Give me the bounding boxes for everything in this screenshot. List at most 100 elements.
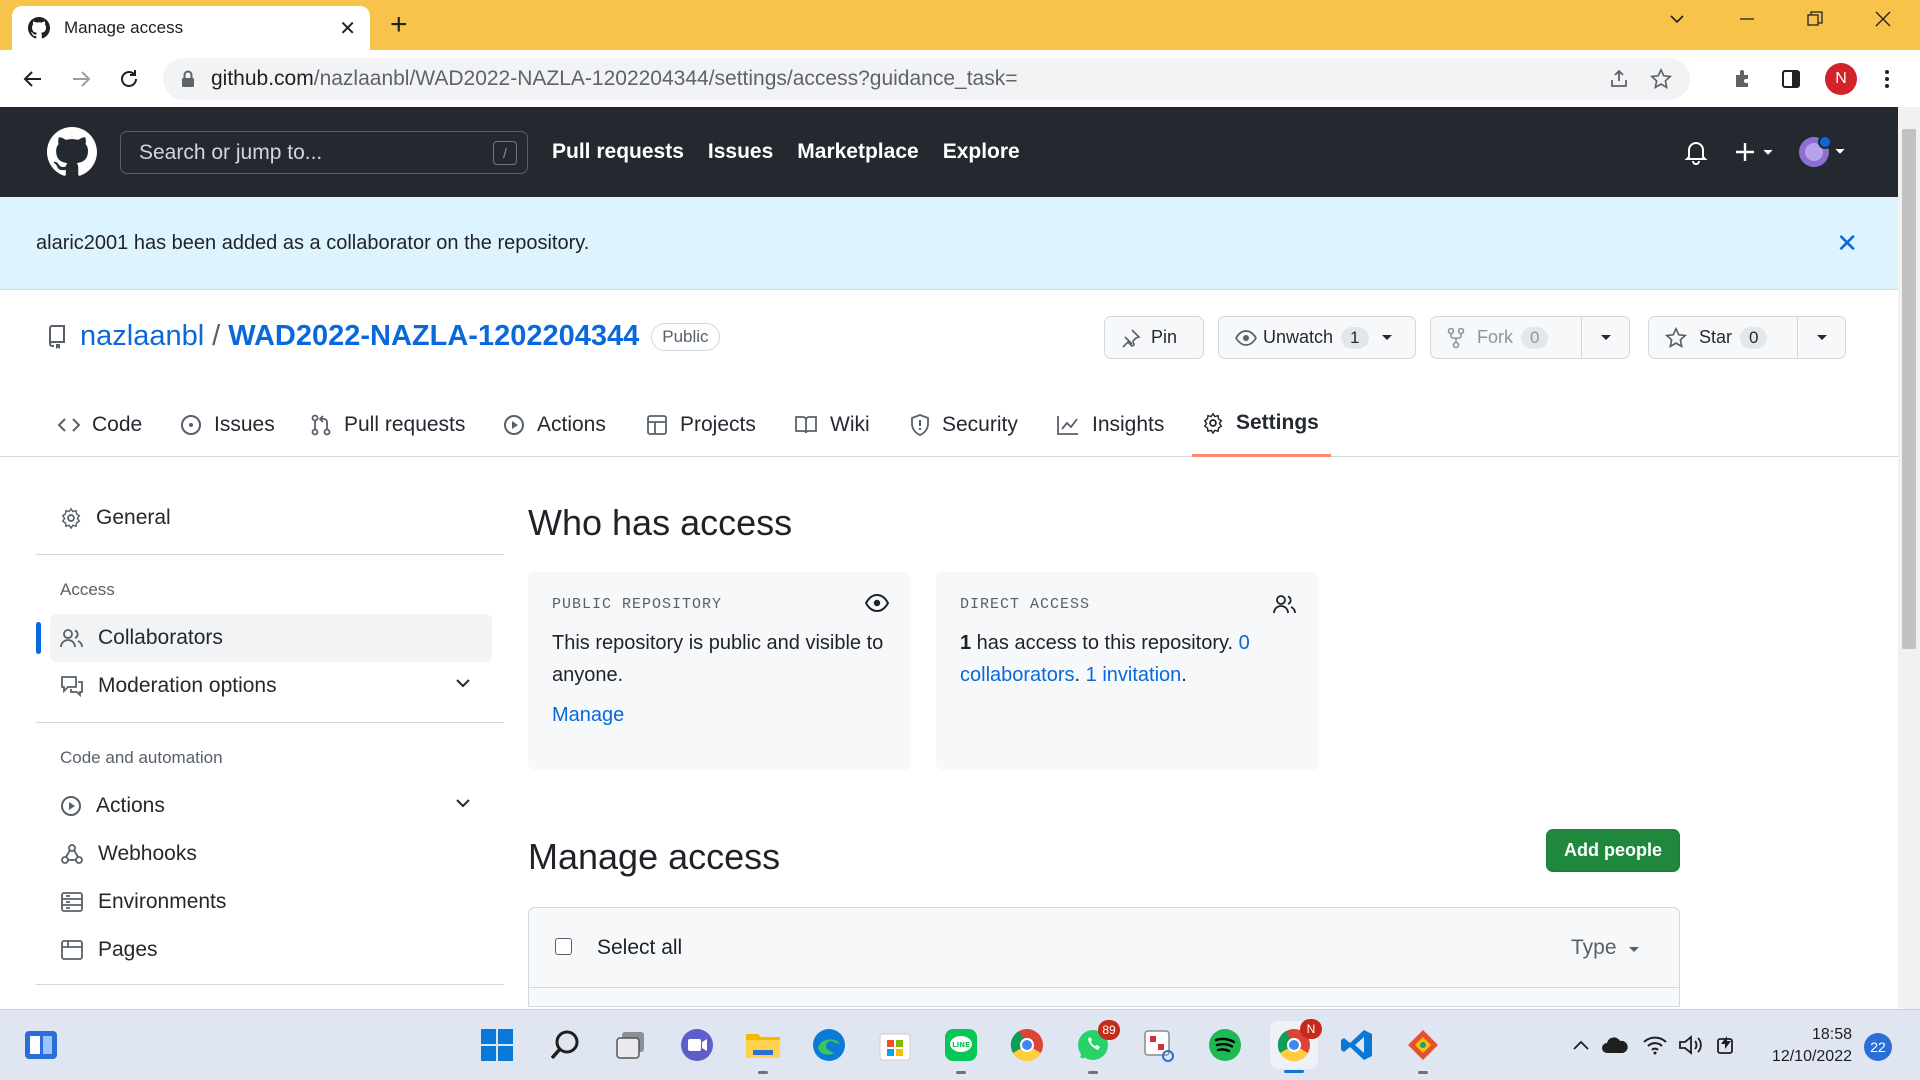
fork-dropdown-icon[interactable] (1581, 317, 1629, 358)
sidebar-item-pages[interactable]: Pages (50, 926, 492, 974)
minimize-icon[interactable] (1738, 10, 1756, 28)
forward-arrow-icon[interactable] (66, 64, 96, 94)
onedrive-cloud-icon[interactable] (1596, 1026, 1634, 1064)
edge-browser-icon[interactable] (810, 1026, 848, 1064)
tab-insights[interactable]: Insights (1056, 392, 1164, 457)
tab-security[interactable]: Security (910, 392, 1018, 457)
tab-code[interactable]: Code (58, 392, 142, 457)
back-arrow-icon[interactable] (18, 64, 48, 94)
selected-indicator (36, 622, 41, 654)
gear-icon (60, 507, 96, 529)
star-button[interactable]: Star 0 (1649, 317, 1783, 358)
user-avatar-menu[interactable] (1798, 107, 1848, 197)
profile-avatar[interactable]: N (1825, 63, 1857, 95)
microsoft-store-icon[interactable] (876, 1026, 914, 1064)
windows-start-icon[interactable] (478, 1026, 516, 1064)
teams-chat-icon[interactable] (678, 1026, 716, 1064)
unwatch-button[interactable]: Unwatch 1 (1218, 316, 1416, 359)
fork-button[interactable]: Fork 0 (1431, 317, 1564, 358)
page-scrollbar[interactable] (1898, 107, 1920, 1009)
reload-icon[interactable] (114, 64, 144, 94)
new-tab-button[interactable]: + (390, 8, 408, 42)
nav-marketplace[interactable]: Marketplace (797, 140, 918, 164)
battery-charging-icon[interactable] (1708, 1026, 1746, 1064)
visibility-badge: Public (651, 322, 720, 351)
list-header-row: Select all Type (529, 908, 1679, 988)
chevron-down-icon[interactable] (455, 798, 471, 808)
tab-issues[interactable]: Issues (180, 392, 275, 457)
widgets-icon[interactable] (22, 1026, 60, 1064)
pin-button[interactable]: Pin (1104, 316, 1204, 359)
public-card-label: PUBLIC REPOSITORY (552, 596, 723, 613)
star-button-group[interactable]: Star 0 (1648, 316, 1846, 359)
star-counter: 0 (1740, 326, 1768, 349)
notifications-bell-icon[interactable] (1684, 107, 1708, 197)
tab-projects[interactable]: Projects (646, 392, 756, 457)
type-filter-dropdown[interactable]: Type (1571, 936, 1640, 960)
manage-visibility-link[interactable]: Manage (552, 699, 887, 731)
fork-button-group[interactable]: Fork 0 (1430, 316, 1630, 359)
github-header: Search or jump to... / Pull requests Iss… (0, 107, 1898, 197)
sidebar-item-general[interactable]: General (50, 494, 492, 542)
select-all-label[interactable]: Select all (597, 936, 682, 960)
wifi-icon[interactable] (1636, 1026, 1674, 1064)
chrome-active-icon[interactable]: N (1270, 1019, 1322, 1073)
whatsapp-icon[interactable]: 89 (1074, 1020, 1120, 1074)
lock-icon[interactable] (181, 70, 195, 88)
sidebar-item-environments[interactable]: Environments (50, 878, 492, 926)
book-icon (794, 415, 830, 435)
extensions-puzzle-icon[interactable] (1728, 64, 1758, 94)
chevron-down-icon[interactable] (455, 678, 471, 688)
tab-settings[interactable]: Settings (1192, 392, 1331, 457)
task-view-icon[interactable] (612, 1026, 650, 1064)
comment-discussion-icon (60, 675, 98, 697)
search-icon[interactable] (546, 1026, 584, 1064)
github-favicon-icon (28, 17, 50, 39)
scrollbar-thumb[interactable] (1902, 129, 1916, 649)
nav-issues[interactable]: Issues (708, 140, 773, 164)
sidebar-item-moderation[interactable]: Moderation options (50, 662, 492, 710)
tab-close-icon[interactable]: ✕ (339, 16, 356, 41)
sidebar-item-actions[interactable]: Actions (50, 782, 492, 830)
restore-icon[interactable] (1806, 10, 1824, 28)
sidebar-item-collaborators[interactable]: Collaborators (50, 614, 492, 662)
share-icon[interactable] (1608, 68, 1630, 90)
address-bar[interactable]: github.com/nazlaanbl/WAD2022-NAZLA-12022… (163, 58, 1690, 100)
search-shortcut-key: / (493, 141, 517, 165)
window-close-icon[interactable] (1874, 10, 1892, 28)
snipping-tool-icon[interactable] (1140, 1026, 1178, 1064)
nav-explore[interactable]: Explore (943, 140, 1020, 164)
system-clock[interactable]: 18:58 12/10/2022 (1760, 1024, 1852, 1068)
bookmark-star-icon[interactable] (1650, 68, 1672, 90)
volume-icon[interactable] (1672, 1026, 1710, 1064)
tab-search-chevron-icon[interactable] (1668, 10, 1686, 28)
show-hidden-icons-chevron-icon[interactable] (1562, 1026, 1600, 1064)
tab-pull-requests[interactable]: Pull requests (310, 392, 465, 457)
tab-actions[interactable]: Actions (503, 392, 606, 457)
spotify-icon[interactable] (1206, 1026, 1244, 1064)
select-all-checkbox[interactable] (555, 938, 572, 955)
star-dropdown-icon[interactable] (1797, 317, 1845, 358)
browser-tab[interactable]: Manage access ✕ (12, 6, 370, 50)
file-explorer-icon[interactable] (744, 1026, 782, 1074)
repo-owner-link[interactable]: nazlaanbl (80, 320, 204, 353)
flash-close-icon[interactable]: ✕ (1836, 228, 1858, 259)
notification-count-badge[interactable]: 22 (1864, 1033, 1892, 1061)
invitation-link[interactable]: 1 invitation (1086, 664, 1182, 686)
github-logo-icon[interactable] (47, 127, 97, 177)
nav-pull-requests[interactable]: Pull requests (552, 140, 684, 164)
create-new-plus-icon[interactable] (1734, 107, 1780, 197)
line-app-icon[interactable]: LINE (942, 1026, 980, 1074)
repo-name-link[interactable]: WAD2022-NAZLA-1202204344 (228, 320, 639, 353)
vscode-icon[interactable] (1338, 1026, 1376, 1064)
chrome-icon[interactable] (1008, 1026, 1046, 1064)
side-panel-icon[interactable] (1776, 64, 1806, 94)
sidebar-item-webhooks[interactable]: Webhooks (50, 830, 492, 878)
add-people-button[interactable]: Add people (1546, 829, 1680, 872)
chrome-menu-icon[interactable] (1872, 64, 1902, 94)
pull-request-icon (310, 414, 344, 436)
clock-time: 18:58 (1811, 1026, 1852, 1043)
git-kraken-icon[interactable] (1404, 1026, 1442, 1074)
tab-wiki[interactable]: Wiki (794, 392, 870, 457)
search-input[interactable]: Search or jump to... / (120, 131, 528, 174)
